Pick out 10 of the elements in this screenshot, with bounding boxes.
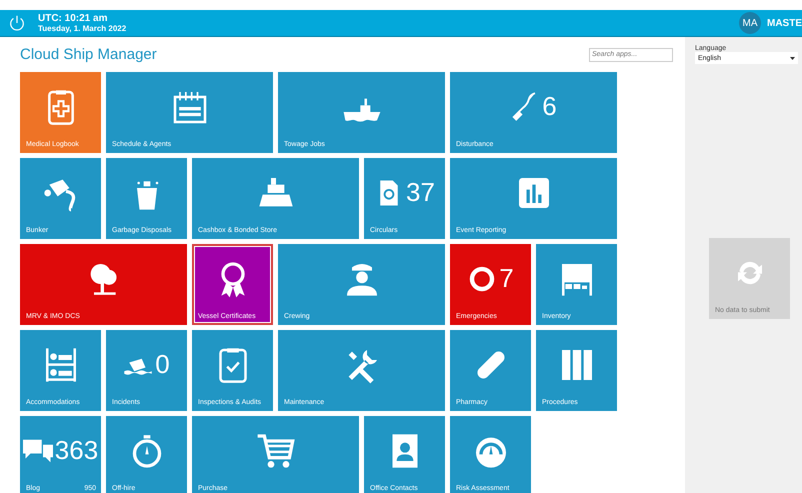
user-avatar[interactable]: MA: [739, 12, 761, 34]
badge-count: 0: [155, 349, 170, 380]
badge-count: 37: [406, 177, 435, 208]
badge-count: 363: [54, 435, 98, 466]
badge-count: 7: [499, 263, 514, 294]
user-name[interactable]: MASTE: [767, 18, 802, 28]
app-title: Cloud Ship Manager: [20, 46, 157, 63]
current-date: Tuesday, 1. March 2022: [38, 24, 126, 33]
badge-count: 6: [542, 91, 557, 122]
utc-time: UTC: 10:21 am: [38, 13, 108, 24]
